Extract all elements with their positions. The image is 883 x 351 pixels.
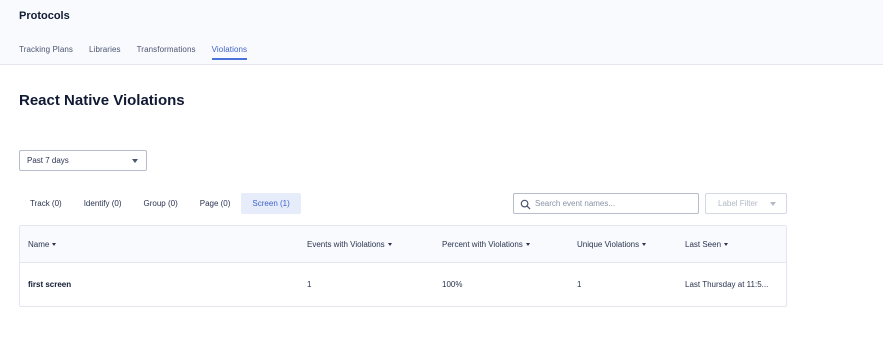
column-header-name[interactable]: Name	[28, 240, 57, 249]
cell-percent-with-violations: 100%	[442, 280, 463, 289]
cell-name[interactable]: first screen	[28, 280, 71, 289]
tab-page[interactable]: Page (0)	[189, 193, 242, 214]
table-row[interactable]: first screen 1 100% 1 Last Thursday at 1…	[20, 263, 786, 307]
top-header: Protocols Tracking Plans Libraries Trans…	[0, 0, 883, 65]
event-type-tabs: Track (0) Identify (0) Group (0) Page (0…	[19, 193, 301, 214]
cell-last-seen: Last Thursday at 11:5...	[685, 280, 769, 289]
tab-identify[interactable]: Identify (0)	[73, 193, 133, 214]
sort-arrow-icon	[52, 243, 57, 247]
column-header-events-with-violations[interactable]: Events with Violations	[307, 240, 392, 249]
table-header: Name Events with Violations Percent with…	[20, 226, 786, 263]
tab-tracking-plans[interactable]: Tracking Plans	[19, 45, 73, 60]
search-box	[513, 193, 699, 214]
nav-tabs: Tracking Plans Libraries Transformations…	[19, 45, 263, 60]
label-filter-select[interactable]: Label Filter	[705, 193, 787, 214]
column-header-last-seen[interactable]: Last Seen	[685, 240, 729, 249]
date-range-value: Past 7 days	[27, 156, 69, 165]
sort-arrow-icon	[642, 243, 647, 247]
app-title: Protocols	[19, 10, 70, 22]
tab-track[interactable]: Track (0)	[19, 193, 73, 214]
cell-unique-violations: 1	[577, 280, 582, 289]
tab-libraries[interactable]: Libraries	[89, 45, 121, 60]
tab-screen[interactable]: Screen (1)	[241, 193, 301, 214]
date-range-select[interactable]: Past 7 days	[19, 150, 147, 171]
sort-arrow-icon	[387, 243, 392, 247]
cell-events-with-violations: 1	[307, 280, 312, 289]
tab-group[interactable]: Group (0)	[133, 193, 189, 214]
column-header-percent-with-violations[interactable]: Percent with Violations	[442, 240, 530, 249]
tab-violations[interactable]: Violations	[211, 45, 248, 60]
tab-transformations[interactable]: Transformations	[137, 45, 196, 60]
sort-arrow-icon	[724, 243, 729, 247]
chevron-down-icon	[132, 159, 138, 163]
chevron-down-icon	[770, 202, 776, 206]
page-title: React Native Violations	[19, 92, 185, 109]
search-icon	[520, 199, 531, 210]
column-header-unique-violations[interactable]: Unique Violations	[577, 240, 647, 249]
label-filter-value: Label Filter	[718, 199, 758, 208]
sort-arrow-icon	[525, 243, 530, 247]
violations-table: Name Events with Violations Percent with…	[19, 225, 787, 307]
search-input[interactable]	[535, 199, 690, 208]
